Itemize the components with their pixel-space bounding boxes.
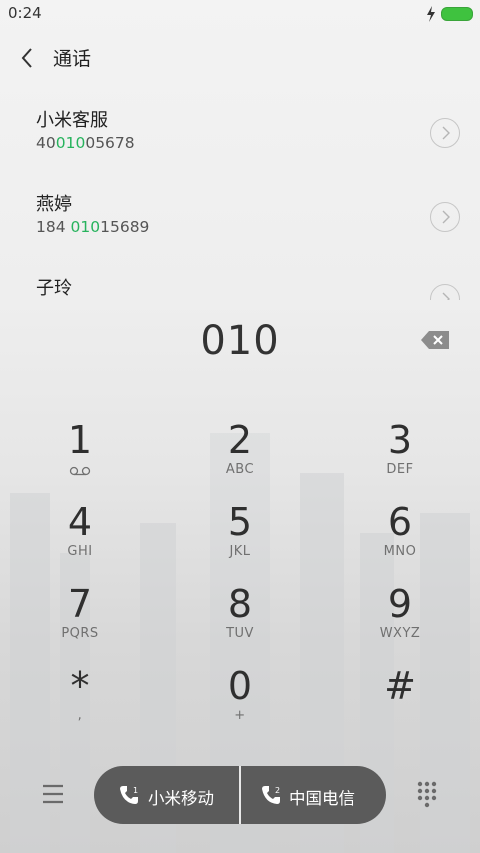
voicemail-icon (69, 466, 91, 476)
call-sim1-button[interactable]: 1 小米移动 (94, 766, 239, 824)
key-4[interactable]: 4 GHI (20, 500, 140, 576)
svg-text:2: 2 (275, 786, 280, 795)
matched-digits: 010 (55, 134, 86, 152)
status-bar: 0:24 (0, 0, 480, 28)
dialed-number: 010 (200, 318, 280, 364)
header: 通话 (0, 40, 480, 76)
sim1-label: 小米移动 (148, 789, 214, 808)
chevron-right-icon (442, 292, 450, 300)
sim2-label: 中国电信 (289, 789, 355, 808)
key-2[interactable]: 2 ABC (180, 418, 300, 494)
key-6[interactable]: 6 MNO (340, 500, 460, 576)
contact-name: 子玲 (36, 278, 72, 299)
key-9[interactable]: 9 WXYZ (340, 582, 460, 658)
matched-digits: 010 (70, 218, 101, 236)
chevron-right-icon (442, 210, 450, 224)
contact-row[interactable]: 小米客服 4001005678 (0, 106, 480, 190)
sim-call-buttons: 1 小米移动 2 中国电信 (94, 766, 386, 824)
back-icon[interactable] (18, 46, 38, 70)
dialpad-icon[interactable] (416, 781, 438, 809)
status-time: 0:24 (8, 4, 42, 22)
contact-detail-button[interactable] (430, 118, 460, 148)
key-1[interactable]: 1 (20, 418, 140, 494)
contact-row[interactable]: 子玲 (0, 274, 480, 300)
key-3[interactable]: 3 DEF (340, 418, 460, 494)
key-8[interactable]: 8 TUV (180, 582, 300, 658)
menu-icon[interactable] (42, 784, 64, 804)
backspace-icon[interactable] (420, 330, 450, 350)
key-hash[interactable]: # (340, 664, 460, 740)
contact-number: 184 01015689 (36, 218, 150, 236)
svg-text:1: 1 (133, 786, 138, 795)
contact-name: 小米客服 (36, 110, 108, 131)
page-title: 通话 (53, 48, 92, 70)
contact-number: 4001005678 (36, 134, 135, 152)
phone-icon: 2 (262, 786, 280, 804)
call-sim2-button[interactable]: 2 中国电信 (241, 766, 386, 824)
chevron-right-icon (442, 126, 450, 140)
contact-detail-button[interactable] (430, 284, 460, 300)
charging-bolt-icon (427, 6, 435, 22)
contact-row[interactable]: 燕婷 184 01015689 (0, 190, 480, 274)
contact-detail-button[interactable] (430, 202, 460, 232)
key-5[interactable]: 5 JKL (180, 500, 300, 576)
bottom-bar: 1 小米移动 2 中国电信 (0, 764, 480, 826)
contact-name: 燕婷 (36, 194, 72, 215)
key-star[interactable]: * , (20, 664, 140, 740)
key-7[interactable]: 7 PQRS (20, 582, 140, 658)
battery-icon (441, 7, 473, 21)
key-0[interactable]: 0 + (180, 664, 300, 740)
phone-icon: 1 (120, 786, 138, 804)
